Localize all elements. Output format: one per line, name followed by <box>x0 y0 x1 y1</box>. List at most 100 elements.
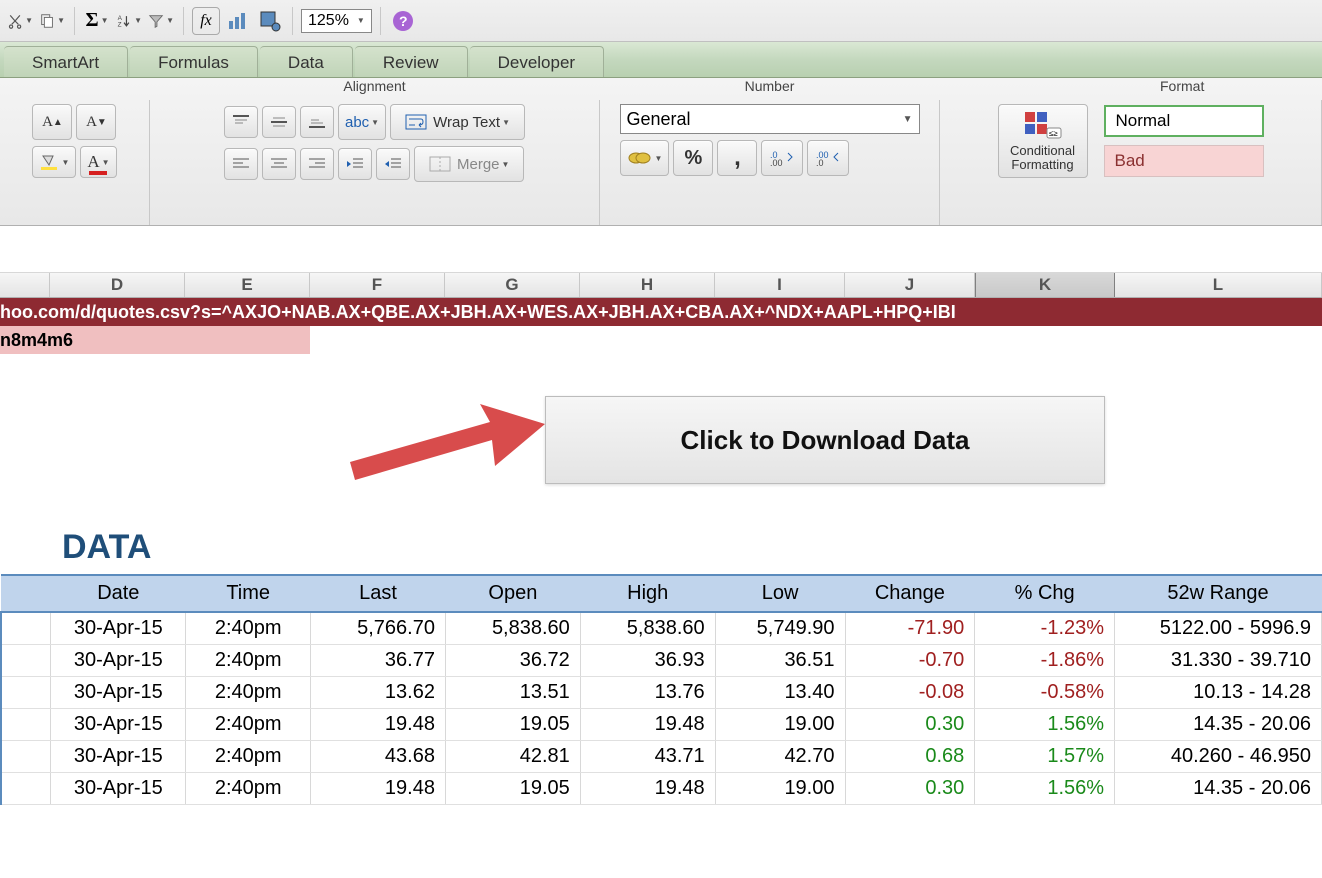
cell-range[interactable]: 5122.00 - 5996.9 <box>1115 612 1322 645</box>
col-head-stub[interactable] <box>0 273 50 297</box>
table-row[interactable]: 30-Apr-152:40pm5,766.705,838.605,838.605… <box>1 612 1322 645</box>
cell-date[interactable]: 30-Apr-15 <box>51 741 186 773</box>
cell-last[interactable]: 19.48 <box>311 773 446 805</box>
filter-icon[interactable]: ▼ <box>147 7 175 35</box>
percent-button[interactable]: % <box>673 140 713 176</box>
cell-high[interactable]: 19.48 <box>580 773 715 805</box>
th-high[interactable]: High <box>580 575 715 612</box>
cell-low[interactable]: 19.00 <box>715 773 845 805</box>
table-row[interactable]: 30-Apr-152:40pm19.4819.0519.4819.000.301… <box>1 709 1322 741</box>
cell-last[interactable]: 13.62 <box>311 677 446 709</box>
col-head-g[interactable]: G <box>445 273 580 297</box>
cell-date[interactable]: 30-Apr-15 <box>51 645 186 677</box>
wrap-text-button[interactable]: Wrap Text▼ <box>390 104 525 140</box>
increase-decimal-button[interactable]: .0.00 <box>761 140 803 176</box>
cell-high[interactable]: 36.93 <box>580 645 715 677</box>
cell-date[interactable]: 30-Apr-15 <box>51 612 186 645</box>
cell-range[interactable]: 14.35 - 20.06 <box>1115 709 1322 741</box>
cell-high[interactable]: 13.76 <box>580 677 715 709</box>
decrease-font-button[interactable]: A▼ <box>76 104 116 140</box>
cell-open[interactable]: 5,838.60 <box>445 612 580 645</box>
sort-icon[interactable]: AZ ▼ <box>115 7 143 35</box>
tab-data[interactable]: Data <box>260 46 353 77</box>
cell-open[interactable]: 19.05 <box>445 709 580 741</box>
th-time[interactable]: Time <box>186 575 311 612</box>
cell-time[interactable]: 2:40pm <box>186 709 311 741</box>
cell-change[interactable]: 0.68 <box>845 741 975 773</box>
scissors-icon[interactable]: ▼ <box>6 7 34 35</box>
increase-indent-button[interactable] <box>376 148 410 180</box>
autosum-icon[interactable]: Σ▼ <box>83 7 111 35</box>
cell-high[interactable]: 43.71 <box>580 741 715 773</box>
th-last[interactable]: Last <box>311 575 446 612</box>
col-head-i[interactable]: I <box>715 273 845 297</box>
font-color-button[interactable]: A ▼ <box>80 146 116 178</box>
col-head-k[interactable]: K <box>975 273 1115 297</box>
cell-open[interactable]: 42.81 <box>445 741 580 773</box>
cell-open[interactable]: 13.51 <box>445 677 580 709</box>
col-head-h[interactable]: H <box>580 273 715 297</box>
decrease-decimal-button[interactable]: .00.0 <box>807 140 849 176</box>
zoom-level[interactable]: 125%▼ <box>301 9 372 33</box>
conditional-formatting-button[interactable]: ≤≥ Conditional Formatting <box>998 104 1088 178</box>
cell-range[interactable]: 10.13 - 14.28 <box>1115 677 1322 709</box>
cell-change[interactable]: 0.30 <box>845 773 975 805</box>
cell-low[interactable]: 13.40 <box>715 677 845 709</box>
table-row[interactable]: 30-Apr-152:40pm36.7736.7236.9336.51-0.70… <box>1 645 1322 677</box>
chart-icon[interactable] <box>224 7 252 35</box>
col-head-l[interactable]: L <box>1115 273 1322 297</box>
cell-pchg[interactable]: 1.56% <box>975 709 1115 741</box>
table-row[interactable]: 30-Apr-152:40pm13.6213.5113.7613.40-0.08… <box>1 677 1322 709</box>
cell-high[interactable]: 19.48 <box>580 709 715 741</box>
cell-style-bad[interactable]: Bad <box>1104 145 1264 177</box>
cell-pchg[interactable]: 1.57% <box>975 741 1115 773</box>
col-head-d[interactable]: D <box>50 273 185 297</box>
cell-range[interactable]: 14.35 - 20.06 <box>1115 773 1322 805</box>
merge-button[interactable]: Merge▼ <box>414 146 524 182</box>
orientation-button[interactable]: abc▼ <box>338 104 386 140</box>
cell-change[interactable]: -71.90 <box>845 612 975 645</box>
tab-formulas[interactable]: Formulas <box>130 46 258 77</box>
col-head-f[interactable]: F <box>310 273 445 297</box>
cell-style-normal[interactable]: Normal <box>1104 105 1264 137</box>
tab-review[interactable]: Review <box>355 46 468 77</box>
cell-range[interactable]: 40.260 - 46.950 <box>1115 741 1322 773</box>
th-open[interactable]: Open <box>445 575 580 612</box>
help-icon[interactable]: ? <box>389 7 417 35</box>
cell-time[interactable]: 2:40pm <box>186 741 311 773</box>
cell-pchg[interactable]: -1.86% <box>975 645 1115 677</box>
cell-change[interactable]: -0.08 <box>845 677 975 709</box>
cell-time[interactable]: 2:40pm <box>186 773 311 805</box>
tab-smartart[interactable]: SmartArt <box>4 46 128 77</box>
cell-url-part2[interactable]: n8m4m6 <box>0 326 310 354</box>
align-left-button[interactable] <box>224 148 258 180</box>
cell-date[interactable]: 30-Apr-15 <box>51 709 186 741</box>
cell-open[interactable]: 19.05 <box>445 773 580 805</box>
copy-icon[interactable]: ▼ <box>38 7 66 35</box>
align-right-button[interactable] <box>300 148 334 180</box>
th-range[interactable]: 52w Range <box>1115 575 1322 612</box>
col-head-e[interactable]: E <box>185 273 310 297</box>
fill-color-button[interactable]: ▼ <box>32 146 76 178</box>
increase-font-button[interactable]: A▲ <box>32 104 72 140</box>
align-bottom-button[interactable] <box>300 106 334 138</box>
cell-pchg[interactable]: -0.58% <box>975 677 1115 709</box>
cell-pchg[interactable]: 1.56% <box>975 773 1115 805</box>
table-row[interactable]: 30-Apr-152:40pm43.6842.8143.7142.700.681… <box>1 741 1322 773</box>
cell-low[interactable]: 42.70 <box>715 741 845 773</box>
th-low[interactable]: Low <box>715 575 845 612</box>
cell-change[interactable]: 0.30 <box>845 709 975 741</box>
cell-low[interactable]: 19.00 <box>715 709 845 741</box>
fx-icon[interactable]: fx <box>192 7 220 35</box>
cell-high[interactable]: 5,838.60 <box>580 612 715 645</box>
cell-pchg[interactable]: -1.23% <box>975 612 1115 645</box>
cell-time[interactable]: 2:40pm <box>186 612 311 645</box>
download-data-button[interactable]: Click to Download Data <box>545 396 1105 484</box>
cell-low[interactable]: 5,749.90 <box>715 612 845 645</box>
align-middle-button[interactable] <box>262 106 296 138</box>
tab-developer[interactable]: Developer <box>470 46 605 77</box>
number-format-select[interactable]: General ▼ <box>620 104 920 134</box>
comma-button[interactable]: , <box>717 140 757 176</box>
cell-low[interactable]: 36.51 <box>715 645 845 677</box>
th-change[interactable]: Change <box>845 575 975 612</box>
